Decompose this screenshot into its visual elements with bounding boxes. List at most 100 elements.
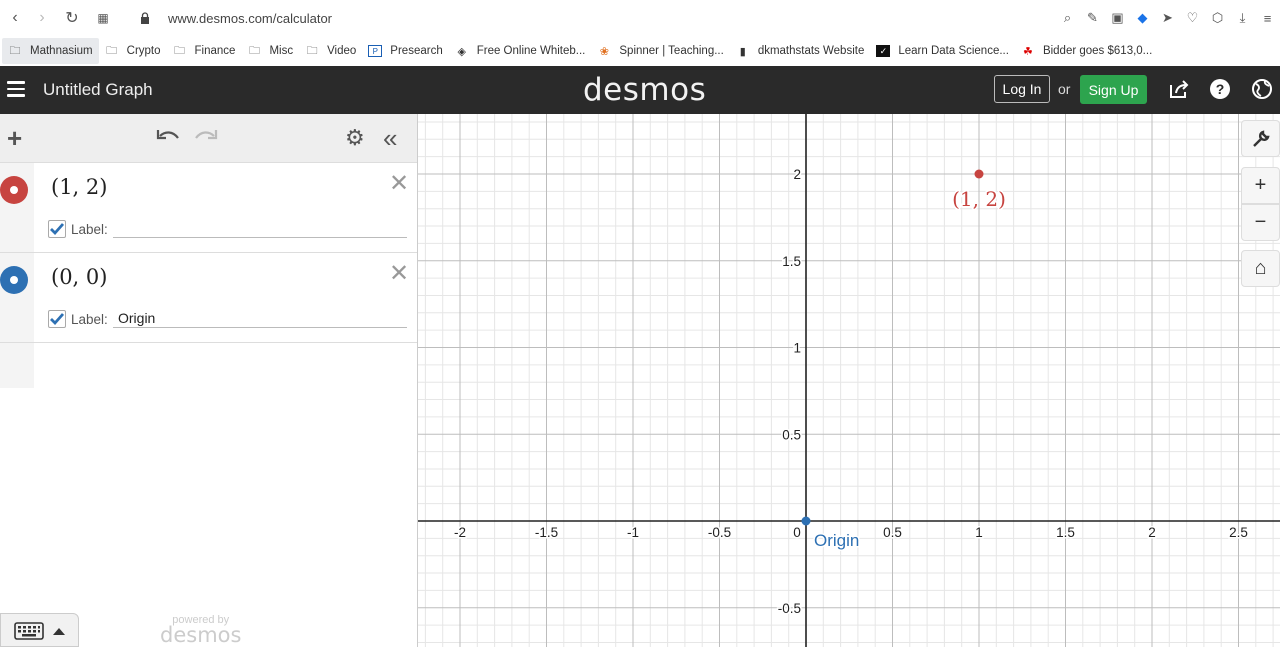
presearch-icon: P [368, 45, 383, 57]
collapse-panel-icon[interactable]: « [383, 123, 397, 154]
bookmark-finance[interactable]: 🗀 Finance [167, 38, 242, 64]
label-prompt: Label: [71, 221, 108, 237]
spinner-icon: ❀ [599, 45, 609, 58]
expression-math[interactable]: (1, 2) [51, 175, 107, 199]
url-text: www.desmos.com/calculator [168, 10, 332, 26]
graph-title[interactable]: Untitled Graph [43, 80, 153, 100]
check-icon [50, 313, 65, 326]
globe-icon[interactable] [1251, 78, 1273, 100]
zoom-home-icon[interactable]: ⌂ [1241, 250, 1280, 287]
diamond-icon: ◈ [457, 45, 466, 58]
reload-icon[interactable]: ↻ [57, 3, 87, 33]
folder-icon: 🗀 [9, 44, 21, 57]
log-in-button[interactable]: Log In [994, 75, 1050, 103]
zoom-in-icon[interactable]: + [1241, 167, 1280, 204]
bookmark-presearch[interactable]: P Presearch [362, 38, 448, 64]
caret-up-icon [53, 628, 65, 635]
edit-icon[interactable]: ✎ [1080, 6, 1105, 30]
svg-text:?: ? [1216, 81, 1225, 97]
label-checkbox[interactable] [48, 310, 66, 328]
x-tick-label: 2 [1148, 525, 1156, 540]
expression-toolbar: + ⚙ « [0, 114, 417, 163]
bookmarks-bar: 🗀 Mathnasium 🗀 Crypto 🗀 Finance 🗀 Misc 🗀 Vide… [0, 36, 1280, 66]
label-prompt: Label: [71, 311, 108, 327]
y-tick-label: 2 [793, 167, 801, 182]
extension-icons: ⌕ ✎ ▣ ◆ ➤ ♡ ⬡ ⤓ ≡ [1055, 6, 1280, 30]
menu-icon[interactable]: ≡ [1255, 6, 1280, 30]
desmos-header: Untitled Graph desmos Log In or Sign Up … [0, 66, 1280, 114]
x-tick-label: -1 [627, 525, 639, 540]
camera-icon[interactable]: ▣ [1105, 6, 1130, 30]
shield-icon[interactable]: ◆ [1130, 6, 1155, 30]
label-input[interactable]: Origin [113, 308, 407, 328]
keyboard-toggle-button[interactable] [0, 613, 79, 647]
undo-icon[interactable] [156, 128, 180, 146]
folder-icon: 🗀 [106, 44, 118, 57]
y-tick-label: 1.5 [782, 254, 801, 269]
redo-icon[interactable] [194, 128, 218, 146]
point-label[interactable]: (1, 2) [951, 186, 1008, 213]
sign-up-button[interactable]: Sign Up [1080, 75, 1147, 104]
new-expression-gutter[interactable] [0, 343, 34, 388]
bookmark-misc[interactable]: 🗀 Misc [241, 38, 299, 64]
point-color-icon[interactable] [0, 176, 28, 204]
graph-point[interactable] [974, 169, 984, 179]
lock-icon [141, 12, 149, 24]
folder-icon: 🗀 [306, 44, 318, 57]
help-icon[interactable]: ? [1209, 78, 1231, 100]
graph-point[interactable] [801, 516, 811, 526]
expression-row[interactable]: (1, 2) ✕ Label: [0, 163, 417, 253]
check-icon [50, 223, 65, 236]
or-text: or [1058, 81, 1071, 97]
settings-gear-icon[interactable]: ⚙ [345, 125, 365, 151]
delete-expression-icon[interactable]: ✕ [389, 169, 409, 198]
bookmark-mathnasium[interactable]: 🗀 Mathnasium [2, 38, 99, 64]
x-tick-label: 0 [793, 525, 801, 540]
bookmark-dkmathstats[interactable]: ▮ dkmathstats Website [730, 38, 871, 64]
y-tick-label: -0.5 [778, 601, 801, 616]
bookmark-whiteboard[interactable]: ◈ Free Online Whiteb... [449, 38, 592, 64]
bookmark-crypto[interactable]: 🗀 Crypto [99, 38, 167, 64]
browser-toolbar: ‹ › ↻ ▦ www.desmos.com/calculator ⌕ ✎ ▣ … [0, 0, 1280, 36]
keyboard-icon [14, 622, 44, 640]
folder-icon: 🗀 [174, 44, 186, 57]
desmos-logo: desmos [583, 72, 707, 108]
label-input[interactable] [113, 218, 407, 238]
apps-grid-icon[interactable]: ▦ [88, 3, 118, 33]
graph-canvas[interactable]: -2 -1.5 -1 -0.5 0 0.5 1 1.5 2 2.5 2 1.5 1 0.5 -0.5 (1, … [418, 114, 1280, 647]
graph-settings-wrench-icon[interactable] [1241, 120, 1280, 157]
zoom-icon[interactable]: ⌕ [1055, 6, 1080, 30]
share-icon[interactable] [1168, 78, 1190, 100]
x-tick-label: 0.5 [883, 525, 902, 540]
x-tick-label: -1.5 [535, 525, 558, 540]
powered-by-brand: desmos [160, 623, 242, 647]
back-icon[interactable]: ‹ [0, 3, 30, 33]
add-item-icon[interactable]: + [7, 123, 22, 154]
point-color-icon[interactable] [0, 266, 28, 294]
delete-expression-icon[interactable]: ✕ [389, 259, 409, 288]
label-row: Label: Origin [48, 310, 407, 328]
chart-icon: ✓ [876, 45, 891, 57]
download-icon[interactable]: ⤓ [1230, 6, 1255, 30]
bookmark-video[interactable]: 🗀 Video [299, 38, 362, 64]
label-checkbox[interactable] [48, 220, 66, 238]
bookmark-bidder[interactable]: ☘ Bidder goes $613,0... [1015, 38, 1158, 64]
heart-icon[interactable]: ♡ [1180, 6, 1205, 30]
folder-icon: 🗀 [248, 44, 260, 57]
bookmark-learn-data-science[interactable]: ✓ Learn Data Science... [870, 38, 1015, 64]
zoom-out-icon[interactable]: − [1241, 204, 1280, 241]
address-bar[interactable]: www.desmos.com/calculator [140, 8, 332, 28]
maple-leaf-icon: ☘ [1023, 45, 1033, 58]
powered-by-desmos: powered by desmos [160, 614, 241, 647]
x-tick-label: 2.5 [1229, 525, 1248, 540]
point-label[interactable]: Origin [813, 530, 861, 552]
graph-paper[interactable]: -2 -1.5 -1 -0.5 0 0.5 1 1.5 2 2.5 2 1.5 1 0.5 -0.5 (1, … [418, 114, 1280, 647]
cube-icon[interactable]: ⬡ [1205, 6, 1230, 30]
expression-math[interactable]: (0, 0) [51, 265, 107, 289]
expression-panel: + ⚙ « (1, 2) ✕ Label: (0, 0) ✕ Label: Or… [0, 114, 418, 647]
hamburger-menu-icon[interactable] [7, 81, 25, 97]
send-icon[interactable]: ➤ [1155, 6, 1180, 30]
expression-row[interactable]: (0, 0) ✕ Label: Origin [0, 253, 417, 343]
bookmark-spinner[interactable]: ❀ Spinner | Teaching... [591, 38, 729, 64]
forward-icon[interactable]: › [27, 3, 57, 33]
